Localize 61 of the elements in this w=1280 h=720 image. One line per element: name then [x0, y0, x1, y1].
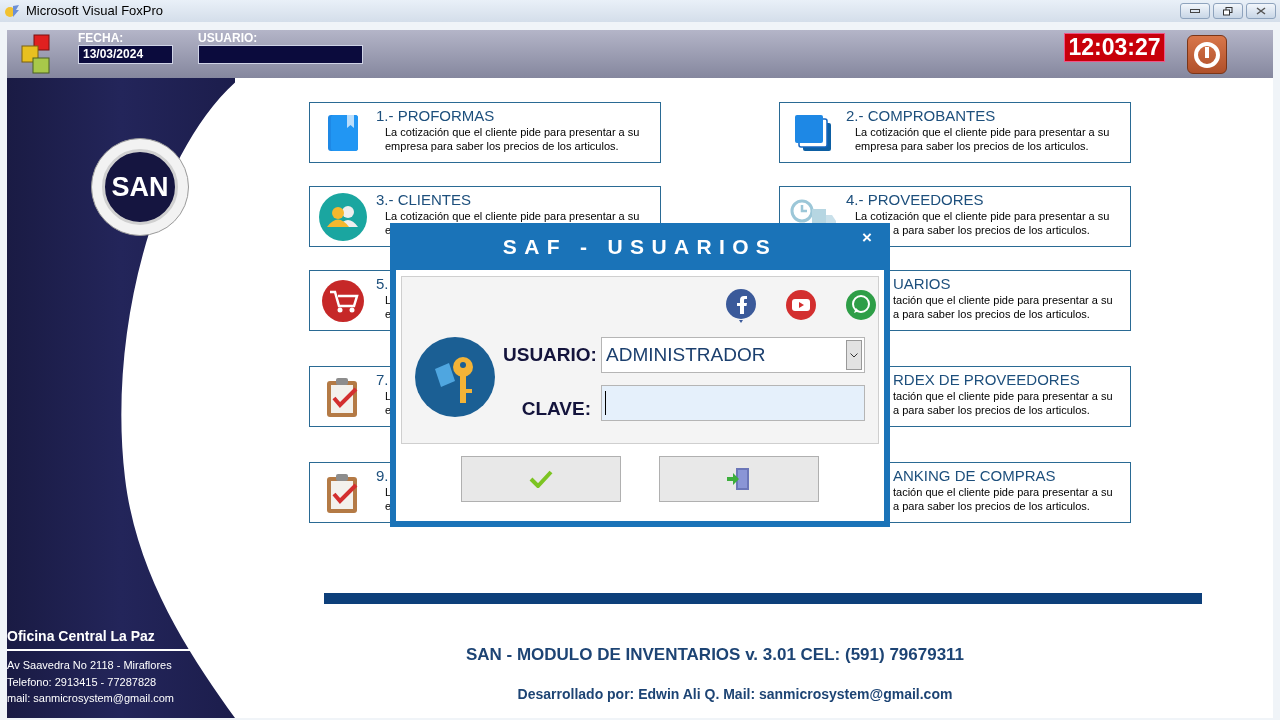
power-icon [1194, 41, 1220, 68]
card-title: 2.- COMPROBANTES [846, 106, 997, 125]
card-description: tación que el cliente pide para presentar a su [893, 293, 1113, 307]
password-field[interactable] [601, 385, 865, 421]
door-exit-icon [726, 466, 752, 492]
document-stack-icon [793, 112, 833, 153]
book-icon [327, 113, 359, 152]
card-title: UARIOS [893, 274, 952, 293]
app-logo-icon [21, 34, 51, 74]
menu-card[interactable]: 2.- COMPROBANTES La cotización que el cliente pide para presentar a su empresa para saber los precios de los articulos. [779, 102, 1131, 163]
address-text: Av Saavedra No 2118 - Miraflores [7, 658, 173, 673]
window-title: Microsoft Visual FoxPro [26, 2, 164, 21]
key-icon [415, 337, 495, 417]
restore-icon [1223, 6, 1233, 16]
close-button[interactable] [1246, 3, 1276, 19]
restore-button[interactable] [1213, 3, 1243, 19]
username-combobox[interactable]: ADMINISTRADOR [601, 337, 865, 373]
footer-credits: Desarrollado por: Edwin Ali Q. Mail: sanmicrosystem@gmail.com [516, 684, 954, 704]
facebook-icon[interactable] [725, 289, 757, 323]
card-description: tación que el cliente pide para presentar a su [893, 389, 1113, 403]
date-label: FECHA: [78, 31, 125, 45]
card-description: empresa para saber los precios de los articulos. [855, 139, 1090, 153]
card-description: tación que el cliente pide para presentar a su [893, 485, 1113, 499]
card-title: ANKING DE COMPRAS [893, 466, 1057, 485]
cart-icon [321, 278, 365, 323]
date-field[interactable]: 13/03/2024 [78, 45, 173, 64]
password-label: CLAVE: [520, 396, 591, 421]
card-title: 7. [376, 370, 390, 389]
user-label: USUARIO: [198, 31, 259, 45]
combobox-value: ADMINISTRADOR [606, 342, 766, 367]
card-description: La cotización que el cliente pide para presentar a su [855, 209, 1110, 223]
power-button[interactable] [1187, 35, 1227, 74]
card-title: 4.- PROVEEDORES [846, 190, 985, 209]
card-title: 5. [376, 274, 390, 293]
card-title: 1.- PROFORMAS [376, 106, 496, 125]
clock-display: 12:03:27 [1064, 33, 1165, 62]
card-description: a para saber los precios de los articulos. [893, 307, 1091, 321]
close-icon [1256, 7, 1266, 15]
user-field[interactable] [198, 45, 363, 64]
card-description: empresa para saber los precios de los articulos. [385, 139, 620, 153]
card-description: a para saber los precios de los articulos. [893, 499, 1091, 513]
menu-card[interactable]: 1.- PROFORMAS La cotización que el cliente pide para presentar a su empresa para saber los precios de los articulos. [309, 102, 661, 163]
card-title: 9. [376, 466, 390, 485]
checkmark-icon [529, 470, 553, 488]
office-title: Oficina Central La Paz [7, 627, 156, 645]
footer-title: SAN - MODULO DE INVENTARIOS v. 3.01 CEL: (591) 79679311 [464, 644, 966, 666]
card-title: RDEX DE PROVEEDORES [893, 370, 1081, 389]
minimize-button[interactable] [1180, 3, 1210, 19]
card-description: a para saber los precios de los articulos. [893, 403, 1091, 417]
youtube-icon[interactable] [785, 289, 817, 321]
card-description: a para saber los precios de los articulos. [893, 223, 1091, 237]
card-title: 3.- CLIENTES [376, 190, 473, 209]
card-description: La cotización que el cliente pide para presentar a su [385, 209, 640, 223]
users-icon [319, 192, 367, 241]
chevron-down-icon [850, 352, 858, 358]
card-description: La cotización que el cliente pide para presentar a su [385, 125, 640, 139]
logo-text: SAN [111, 170, 169, 204]
phone-text: Telefono: 2913415 - 77287828 [7, 675, 158, 690]
card-description: La cotización que el cliente pide para presentar a su [855, 125, 1110, 139]
whatsapp-icon[interactable] [845, 289, 877, 321]
mail-text: mail: sanmicrosystem@gmail.com [7, 691, 176, 706]
